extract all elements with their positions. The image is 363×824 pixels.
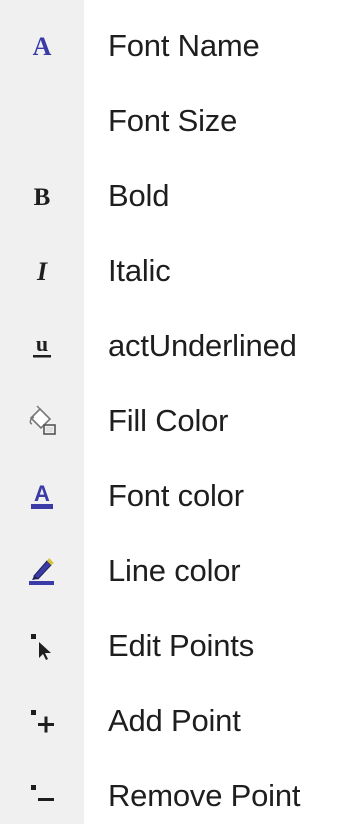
menu-item-label: Remove Point xyxy=(108,777,301,813)
menu-item-label: Font color xyxy=(108,477,244,513)
menu-item-label: Font Size xyxy=(108,102,238,138)
font-name-icon: A xyxy=(0,8,84,83)
menu-item-font-name[interactable]: A Font Name xyxy=(0,8,363,83)
svg-text:I: I xyxy=(36,257,48,286)
menu-item-label: Italic xyxy=(108,252,171,288)
bold-icon: B xyxy=(0,158,84,233)
menu-item-underlined[interactable]: u actUnderlined xyxy=(0,308,363,383)
menu-item-label: Fill Color xyxy=(108,402,229,438)
menu-item-label: Edit Points xyxy=(108,627,254,663)
paint-bucket-icon xyxy=(0,383,84,458)
font-size-icon-placeholder xyxy=(0,83,84,158)
font-color-icon: A xyxy=(0,458,84,533)
svg-text:A: A xyxy=(33,32,52,61)
menu-item-italic[interactable]: I Italic xyxy=(0,233,363,308)
menu-item-label: Add Point xyxy=(108,702,241,738)
line-color-pen-icon xyxy=(0,533,84,608)
menu-item-label: Line color xyxy=(108,552,241,588)
menu-item-bold[interactable]: B Bold xyxy=(0,158,363,233)
menu-item-label: Bold xyxy=(108,177,170,213)
menu-item-add-point[interactable]: Add Point xyxy=(0,683,363,758)
edit-points-icon xyxy=(0,608,84,683)
svg-text:u: u xyxy=(36,331,48,356)
menu-item-font-color[interactable]: A Font color xyxy=(0,458,363,533)
menu-item-label: Font Name xyxy=(108,27,260,63)
underline-icon: u xyxy=(0,308,84,383)
menu-item-edit-points[interactable]: Edit Points xyxy=(0,608,363,683)
menu-item-remove-point[interactable]: Remove Point xyxy=(0,758,363,824)
menu-item-label: actUnderlined xyxy=(108,327,297,363)
context-menu: A Font Name Font Size B Bold I Italic u xyxy=(0,0,363,824)
svg-text:B: B xyxy=(34,184,51,211)
add-point-icon xyxy=(0,683,84,758)
italic-icon: I xyxy=(0,233,84,308)
menu-item-line-color[interactable]: Line color xyxy=(0,533,363,608)
remove-point-icon xyxy=(0,758,84,824)
menu-item-font-size[interactable]: Font Size xyxy=(0,83,363,158)
menu-item-fill-color[interactable]: Fill Color xyxy=(0,383,363,458)
svg-text:A: A xyxy=(34,481,50,506)
